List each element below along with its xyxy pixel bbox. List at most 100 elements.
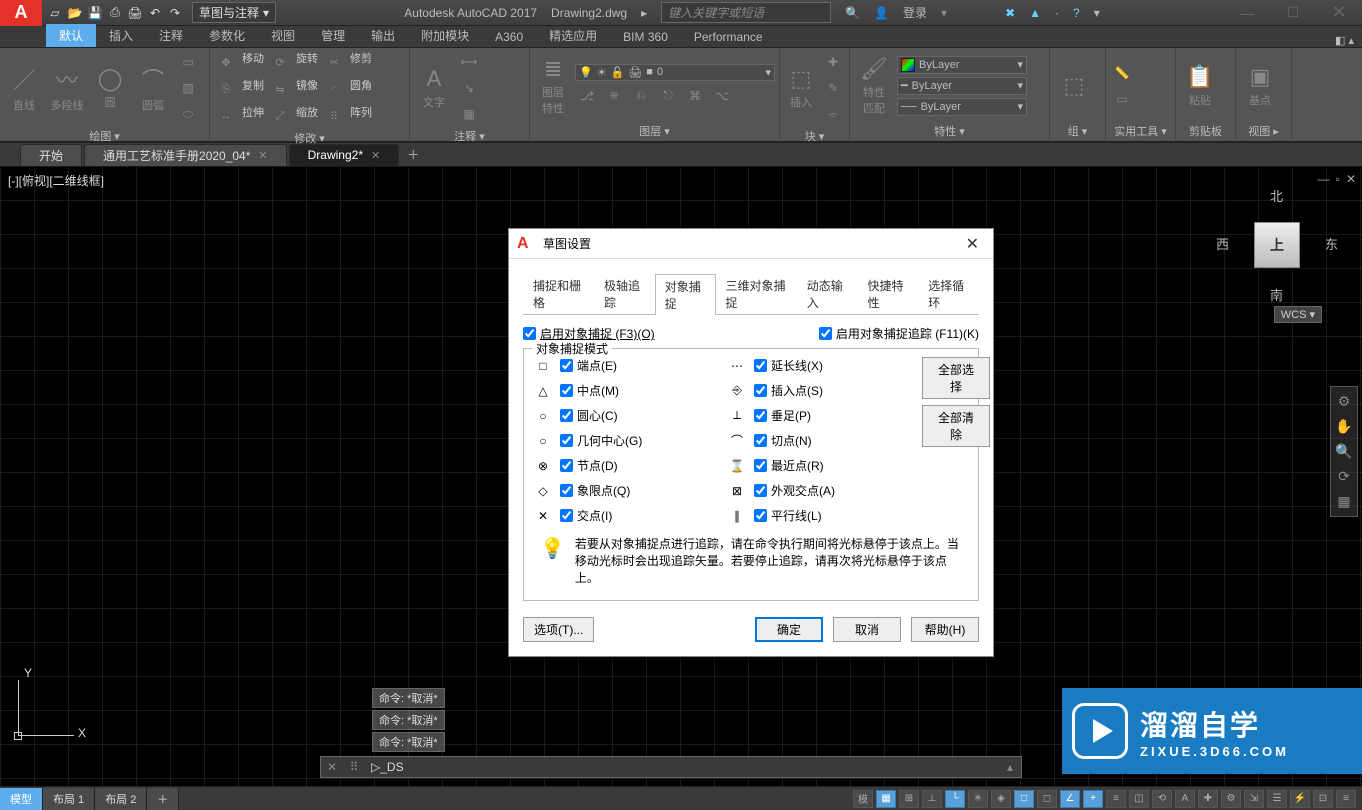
tab-default[interactable]: 默认 xyxy=(46,24,96,47)
tab-view[interactable]: 视图 xyxy=(258,24,308,47)
dlg-tab-polar[interactable]: 极轴追踪 xyxy=(594,273,655,314)
qat-redo-icon[interactable]: ↷ xyxy=(166,4,184,22)
tab-addon[interactable]: 附加模块 xyxy=(408,24,482,47)
close-icon[interactable]: ✕ xyxy=(258,149,267,162)
close-icon[interactable]: ✕ xyxy=(371,149,380,162)
search-icon[interactable]: 🔍 xyxy=(845,6,860,20)
osnap-checkbox[interactable]: 圆心(C) xyxy=(560,407,618,424)
osnap-toggle[interactable]: □ xyxy=(1014,790,1034,808)
workspace-combo[interactable]: 草图与注释▾ xyxy=(192,2,276,23)
fillet-icon[interactable]: ◜ xyxy=(322,77,346,101)
color-combo[interactable]: ByLayer▾ xyxy=(897,56,1027,74)
model-button[interactable]: 模 xyxy=(853,790,873,808)
ok-button[interactable]: 确定 xyxy=(755,617,823,642)
nav-wheel-icon[interactable]: ⚙ xyxy=(1338,393,1351,410)
dlg-tab-quick[interactable]: 快捷特性 xyxy=(857,273,918,314)
dlg-tab-snap[interactable]: 捕捉和栅格 xyxy=(523,273,594,314)
panel-clip-label[interactable]: 剪贴板 xyxy=(1180,121,1231,141)
osnap-checkbox[interactable]: 外观交点(A) xyxy=(754,482,835,499)
hwacc-toggle[interactable]: ⚡ xyxy=(1290,790,1310,808)
osnap-checkbox[interactable]: 交点(I) xyxy=(560,507,612,524)
paste-button[interactable]: 📋粘贴 xyxy=(1180,58,1220,114)
a360-icon[interactable]: ▲ xyxy=(1029,6,1041,20)
osnap-checkbox[interactable]: 垂足(P) xyxy=(754,407,811,424)
measure-icon[interactable]: 📏 xyxy=(1110,61,1134,85)
layer-icon3[interactable]: ⎌ xyxy=(629,84,653,108)
osnap-checkbox[interactable]: 端点(E) xyxy=(560,357,617,374)
view-label[interactable]: [-][俯视][二维线框] xyxy=(8,172,104,189)
osnap-checkbox[interactable]: 最近点(R) xyxy=(754,457,824,474)
rotate-icon[interactable]: ⟳ xyxy=(268,50,292,74)
tab-bim360[interactable]: BIM 360 xyxy=(610,27,681,47)
tab-featured[interactable]: 精选应用 xyxy=(536,24,610,47)
osnap-checkbox[interactable]: 平行线(L) xyxy=(754,507,822,524)
osnap-checkbox[interactable]: 切点(N) xyxy=(754,432,812,449)
iso-toggle[interactable]: ◈ xyxy=(991,790,1011,808)
layer-icon1[interactable]: ⎇ xyxy=(575,84,599,108)
view-cube[interactable]: 北 东 南 西 上 xyxy=(1222,190,1332,300)
panel-block-label[interactable]: 块 ▾ xyxy=(784,126,845,146)
command-input[interactable]: ▷_DS xyxy=(365,760,999,774)
copy-icon[interactable]: ⎘ xyxy=(214,77,238,101)
cycle-toggle[interactable]: ⟲ xyxy=(1152,790,1172,808)
cancel-button[interactable]: 取消 xyxy=(833,617,901,642)
ellipse-icon[interactable]: ⬭ xyxy=(176,102,200,126)
arc-button[interactable]: ⌒圆弧 xyxy=(133,60,173,116)
polar-toggle[interactable]: ✳ xyxy=(968,790,988,808)
matchprop-button[interactable]: 🖌特性 匹配 xyxy=(854,58,894,114)
tab-insert[interactable]: 插入 xyxy=(96,24,146,47)
add-tab-button[interactable]: ＋ xyxy=(401,146,425,163)
circle-button[interactable]: ◯圆 xyxy=(90,60,130,116)
dlg-tab-osnap[interactable]: 对象捕捉 xyxy=(655,274,716,315)
layer-current-combo[interactable]: 💡☀🔓🖨■0▾ xyxy=(575,64,775,81)
cube-face-top[interactable]: 上 xyxy=(1254,222,1300,268)
layer-icon4[interactable]: ⎋ xyxy=(656,84,680,108)
layout-tab-add[interactable]: ＋ xyxy=(147,788,179,810)
block-create-icon[interactable]: ✚ xyxy=(821,50,845,74)
cmd-handle-icon[interactable]: ⠿ xyxy=(343,760,365,774)
lweight-toggle[interactable]: ≡ xyxy=(1106,790,1126,808)
stretch-icon[interactable]: ↔ xyxy=(214,104,238,128)
snap-toggle[interactable]: ⊞ xyxy=(899,790,919,808)
layout-tab-2[interactable]: 布局 2 xyxy=(95,788,147,810)
select-icon[interactable]: ▭ xyxy=(1110,87,1134,111)
close-button[interactable]: ✕ xyxy=(1316,0,1362,26)
nav-orbit-icon[interactable]: ⟳ xyxy=(1338,468,1350,485)
signin-icon[interactable]: 👤 xyxy=(874,6,889,20)
infer-toggle[interactable]: ⊥ xyxy=(922,790,942,808)
workspace-toggle[interactable]: ⚙ xyxy=(1221,790,1241,808)
search-input[interactable]: 键入关键字或短语 xyxy=(661,2,831,23)
dlg-tab-cycle[interactable]: 选择循环 xyxy=(918,273,979,314)
layer-icon2[interactable]: ⎈ xyxy=(602,84,626,108)
tab-output[interactable]: 输出 xyxy=(358,24,408,47)
iso-clean-toggle[interactable]: ⊡ xyxy=(1313,790,1333,808)
ribbon-collapse-icon[interactable]: ◧ ▴ xyxy=(1335,34,1362,47)
nav-showmotion-icon[interactable]: ▦ xyxy=(1337,493,1350,510)
layout-tab-1[interactable]: 布局 1 xyxy=(43,788,95,810)
exchange-icon[interactable]: ✖ xyxy=(1005,6,1015,20)
mirror-icon[interactable]: ⇋ xyxy=(268,77,292,101)
layer-icon6[interactable]: ⌥ xyxy=(710,84,734,108)
dialog-close-button[interactable]: ✕ xyxy=(960,234,985,254)
3dosnap-toggle[interactable]: ◻ xyxy=(1037,790,1057,808)
doc-tab-start[interactable]: 开始 xyxy=(20,144,82,166)
qat-open-icon[interactable]: 📂 xyxy=(66,4,84,22)
ortho-toggle[interactable]: └ xyxy=(945,790,965,808)
command-line[interactable]: ✕ ⠿ ▷_DS ▴ xyxy=(320,756,1022,778)
units-toggle[interactable]: ⇲ xyxy=(1244,790,1264,808)
viewbase-button[interactable]: ▣基点 xyxy=(1240,58,1280,114)
insert-button[interactable]: ⬚插入 xyxy=(784,60,818,116)
qat-undo-icon[interactable]: ↶ xyxy=(146,4,164,22)
help-icon[interactable]: ? xyxy=(1073,6,1080,20)
panel-view-label[interactable]: 视图 ▸ xyxy=(1240,121,1287,141)
move-icon[interactable]: ✥ xyxy=(214,50,238,74)
group-button[interactable]: ⬚ xyxy=(1054,58,1094,114)
custom-toggle[interactable]: ≡ xyxy=(1336,790,1356,808)
annoscale-toggle[interactable]: A xyxy=(1175,790,1195,808)
block-edit-icon[interactable]: ✎ xyxy=(821,76,845,100)
osnap-checkbox[interactable]: 中点(M) xyxy=(560,382,619,399)
text-button[interactable]: A文字 xyxy=(414,60,454,116)
osnap-checkbox[interactable]: 延长线(X) xyxy=(754,357,823,374)
rect-icon[interactable]: ▭ xyxy=(176,50,200,74)
nav-pan-icon[interactable]: ✋ xyxy=(1335,418,1352,435)
